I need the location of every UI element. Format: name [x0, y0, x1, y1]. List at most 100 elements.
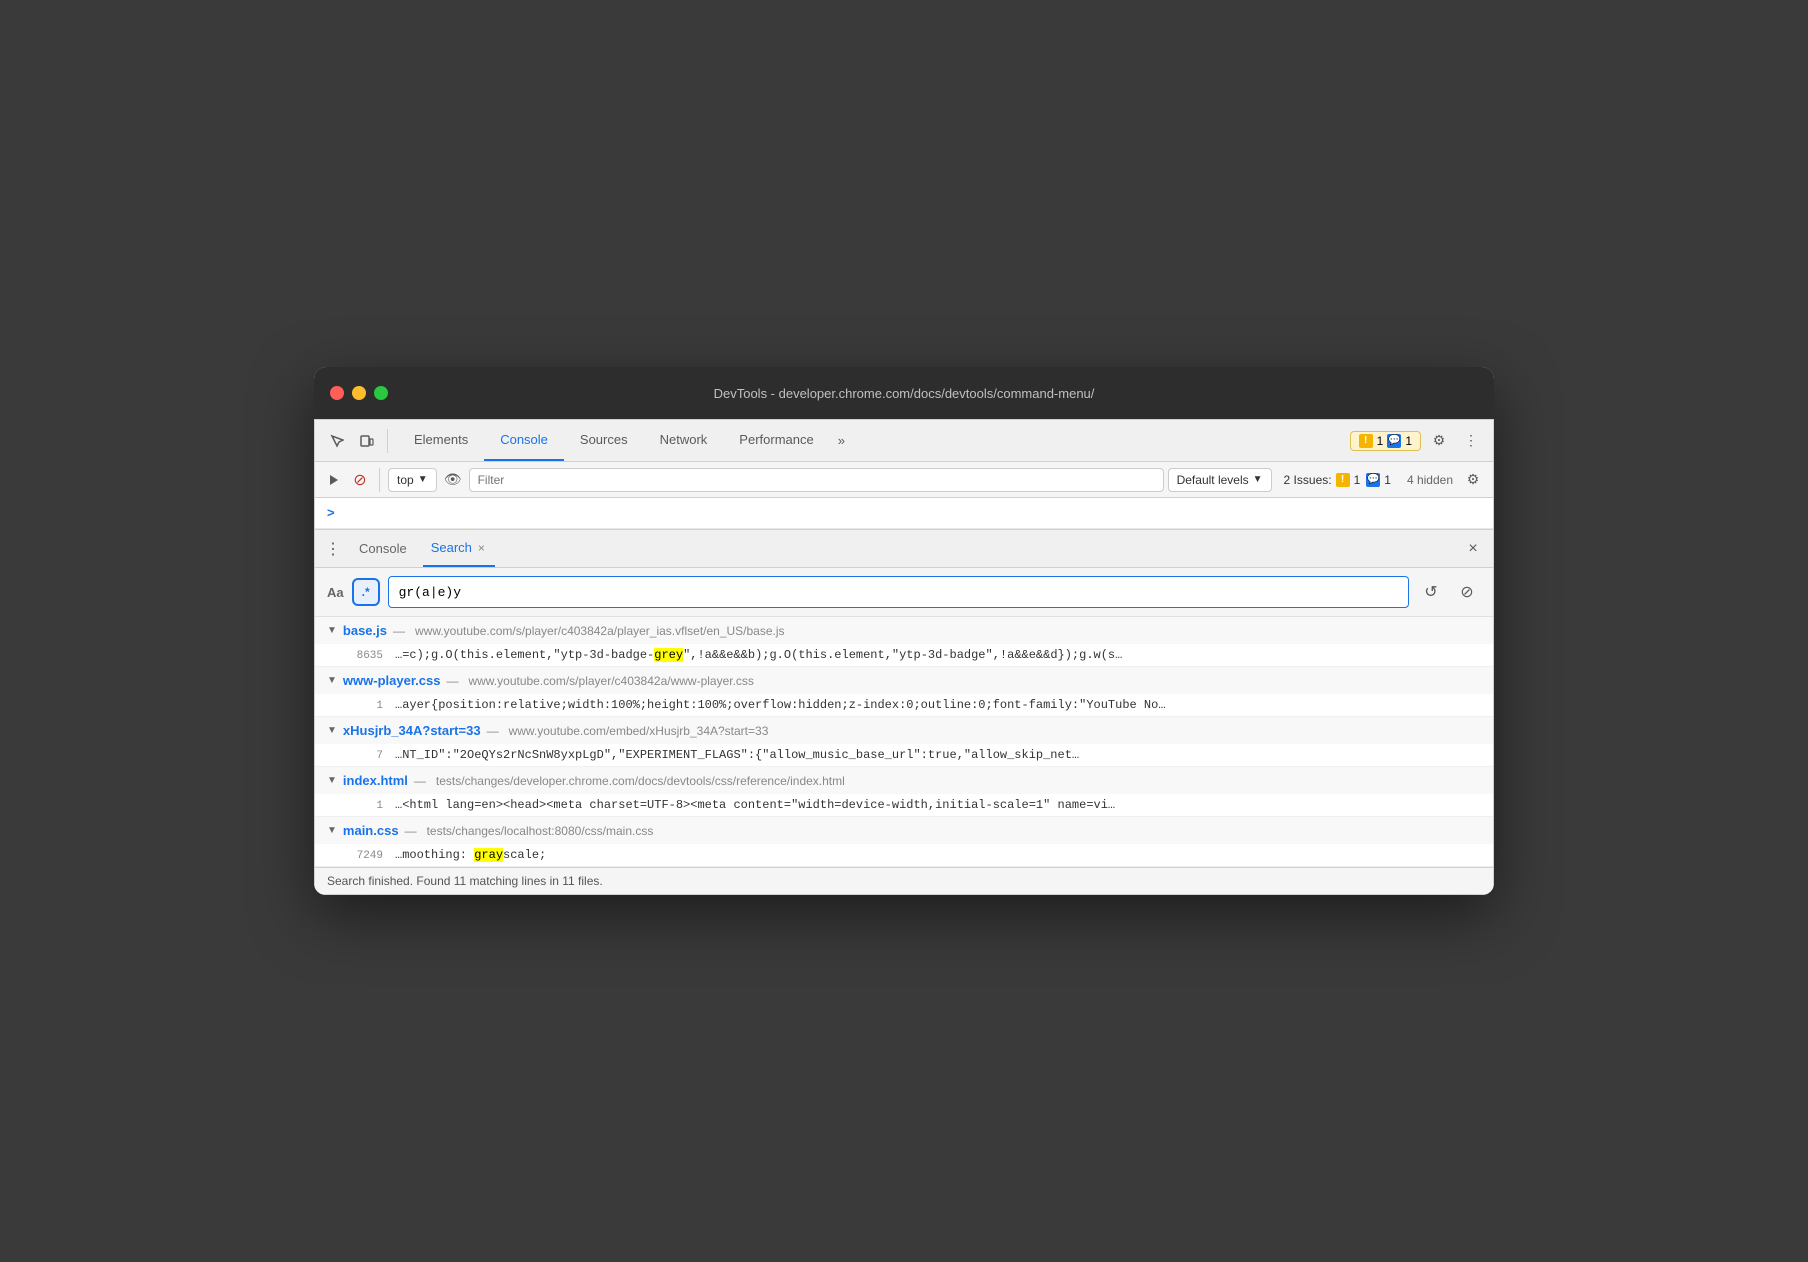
- status-text: Search finished. Found 11 matching lines…: [327, 874, 603, 888]
- regex-button[interactable]: .*: [352, 578, 380, 606]
- file-separator: —: [393, 624, 405, 638]
- file-name: main.css: [343, 823, 399, 838]
- file-header-www-player-css[interactable]: ▼ www-player.css — www.youtube.com/s/pla…: [315, 667, 1493, 694]
- file-separator: —: [405, 824, 417, 838]
- file-group-xhusjrb: ▼ xHusjrb_34A?start=33 — www.youtube.com…: [315, 717, 1493, 767]
- line-content: …NT_ID":"2OeQYs2rNcSnW8yxpLgD","EXPERIME…: [395, 748, 1079, 762]
- search-tab-close-icon[interactable]: ×: [476, 541, 487, 555]
- cancel-search-button[interactable]: ⊘: [1453, 578, 1481, 606]
- maximize-button[interactable]: [374, 386, 388, 400]
- chevron-icon: ▼: [327, 725, 337, 736]
- chevron-icon: ▼: [327, 825, 337, 836]
- issues-badge[interactable]: ! 1 💬 1: [1350, 431, 1421, 451]
- line-number: 1: [343, 800, 383, 812]
- file-name: xHusjrb_34A?start=33: [343, 723, 481, 738]
- file-group-base-js: ▼ base.js — www.youtube.com/s/player/c40…: [315, 617, 1493, 667]
- levels-dropdown-icon: ▼: [1253, 474, 1263, 485]
- more-tabs-button[interactable]: »: [830, 420, 853, 461]
- line-content: …moothing: grayscale;: [395, 848, 546, 862]
- toolbar-right: ! 1 💬 1 ⚙ ⋮: [1350, 427, 1485, 455]
- chevron-icon: ▼: [327, 675, 337, 686]
- log-levels-button[interactable]: Default levels ▼: [1168, 468, 1272, 492]
- settings-button[interactable]: ⚙: [1425, 427, 1453, 455]
- issues-count-area[interactable]: 2 Issues: ! 1 💬 1: [1276, 471, 1399, 489]
- window-title: DevTools - developer.chrome.com/docs/dev…: [714, 386, 1095, 401]
- device-icon[interactable]: [353, 427, 381, 455]
- devtools-window: DevTools - developer.chrome.com/docs/dev…: [314, 367, 1494, 895]
- line-number: 8635: [343, 650, 383, 662]
- eye-button[interactable]: 👁: [441, 468, 465, 492]
- result-line[interactable]: 1 …ayer{position:relative;width:100%;hei…: [315, 694, 1493, 716]
- file-url: tests/changes/localhost:8080/css/main.cs…: [427, 824, 654, 838]
- console-toolbar: ⊘ top ▼ 👁 Default levels ▼ 2 Issues: ! 1…: [315, 462, 1493, 498]
- toolbar-separator-1: [387, 429, 388, 453]
- tab-network[interactable]: Network: [644, 420, 724, 461]
- status-bar: Search finished. Found 11 matching lines…: [315, 867, 1493, 894]
- toolbar-separator-2: [379, 468, 380, 492]
- file-group-index-html: ▼ index.html — tests/changes/developer.c…: [315, 767, 1493, 817]
- tab-elements[interactable]: Elements: [398, 420, 484, 461]
- file-header-index-html[interactable]: ▼ index.html — tests/changes/developer.c…: [315, 767, 1493, 794]
- tab-performance[interactable]: Performance: [723, 420, 829, 461]
- file-url: www.youtube.com/s/player/c403842a/player…: [415, 624, 785, 638]
- warn-count: 1: [1377, 434, 1384, 448]
- match-case-button[interactable]: Aa: [327, 585, 344, 600]
- file-group-www-player-css: ▼ www-player.css — www.youtube.com/s/pla…: [315, 667, 1493, 717]
- file-header-main-css[interactable]: ▼ main.css — tests/changes/localhost:808…: [315, 817, 1493, 844]
- line-number: 7: [343, 750, 383, 762]
- file-name: base.js: [343, 623, 387, 638]
- panel-close-button[interactable]: ×: [1461, 537, 1485, 561]
- result-line[interactable]: 7249 …moothing: grayscale;: [315, 844, 1493, 866]
- result-line[interactable]: 8635 …=c);g.O(this.element,"ytp-3d-badge…: [315, 644, 1493, 666]
- file-url: www.youtube.com/s/player/c403842a/www-pl…: [468, 674, 753, 688]
- console-prompt-arrow[interactable]: >: [327, 505, 335, 520]
- devtools-panel: Elements Console Sources Network Perform…: [314, 419, 1494, 895]
- warn-icon: !: [1359, 434, 1373, 448]
- search-panel: ⋮ Console Search × × Aa .* ↺ ⊘: [315, 529, 1493, 894]
- result-line[interactable]: 1 …<html lang=en><head><meta charset=UTF…: [315, 794, 1493, 816]
- search-input[interactable]: [388, 576, 1409, 608]
- result-line[interactable]: 7 …NT_ID":"2OeQYs2rNcSnW8yxpLgD","EXPERI…: [315, 744, 1493, 766]
- minimize-button[interactable]: [352, 386, 366, 400]
- chevron-icon: ▼: [327, 625, 337, 636]
- tab-sources[interactable]: Sources: [564, 420, 644, 461]
- tabs-area: Elements Console Sources Network Perform…: [394, 420, 1348, 461]
- execute-button[interactable]: [323, 469, 345, 491]
- info-icon: 💬: [1387, 434, 1401, 448]
- clear-console-button[interactable]: ⊘: [349, 469, 371, 491]
- refresh-search-button[interactable]: ↺: [1417, 578, 1445, 606]
- console-settings-button[interactable]: ⚙: [1461, 468, 1485, 492]
- titlebar: DevTools - developer.chrome.com/docs/dev…: [314, 367, 1494, 419]
- file-name: www-player.css: [343, 673, 441, 688]
- file-header-xhusjrb[interactable]: ▼ xHusjrb_34A?start=33 — www.youtube.com…: [315, 717, 1493, 744]
- file-header-base-js[interactable]: ▼ base.js — www.youtube.com/s/player/c40…: [315, 617, 1493, 644]
- line-content: …ayer{position:relative;width:100%;heigh…: [395, 698, 1166, 712]
- line-content: …=c);g.O(this.element,"ytp-3d-badge-grey…: [395, 648, 1122, 662]
- line-number: 7249: [343, 850, 383, 862]
- hidden-count: 4 hidden: [1403, 473, 1457, 487]
- file-group-main-css: ▼ main.css — tests/changes/localhost:808…: [315, 817, 1493, 867]
- more-options-button[interactable]: ⋮: [1457, 427, 1485, 455]
- tab-console[interactable]: Console: [484, 420, 564, 461]
- dropdown-arrow-icon: ▼: [418, 474, 428, 485]
- file-url: tests/changes/developer.chrome.com/docs/…: [436, 774, 845, 788]
- file-name: index.html: [343, 773, 408, 788]
- window-controls: [330, 386, 388, 400]
- frame-selector[interactable]: top ▼: [388, 468, 437, 492]
- panel-tab-search[interactable]: Search ×: [423, 530, 495, 567]
- inspector-icon[interactable]: [323, 427, 351, 455]
- chevron-icon: ▼: [327, 775, 337, 786]
- file-url: www.youtube.com/embed/xHusjrb_34A?start=…: [509, 724, 769, 738]
- search-input-row: Aa .* ↺ ⊘: [315, 568, 1493, 617]
- line-number: 1: [343, 700, 383, 712]
- file-separator: —: [446, 674, 458, 688]
- console-prompt-area: >: [315, 498, 1493, 529]
- top-toolbar: Elements Console Sources Network Perform…: [315, 420, 1493, 462]
- close-button[interactable]: [330, 386, 344, 400]
- results-area: ▼ base.js — www.youtube.com/s/player/c40…: [315, 617, 1493, 867]
- panel-tab-console[interactable]: Console: [351, 530, 415, 567]
- panel-menu-icon[interactable]: ⋮: [323, 539, 343, 559]
- file-separator: —: [414, 774, 426, 788]
- issues-warn-icon: !: [1336, 473, 1350, 487]
- filter-input[interactable]: [469, 468, 1164, 492]
